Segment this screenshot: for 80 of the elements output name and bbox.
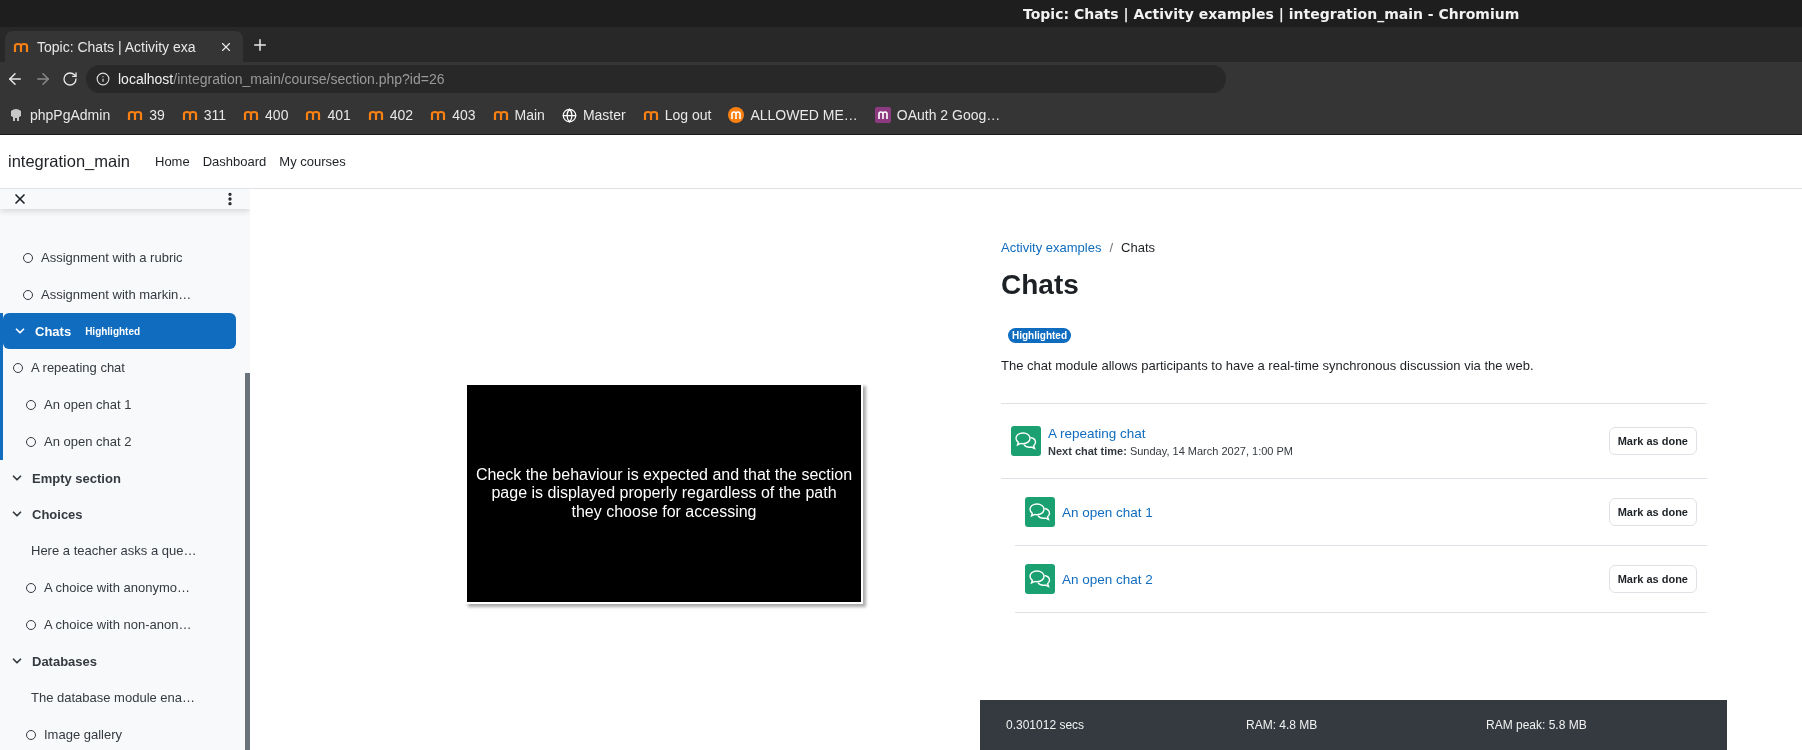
activity-link[interactable]: An open chat 2 [1062, 571, 1602, 587]
breadcrumb-separator: / [1109, 240, 1114, 255]
footer-stat: 0.301012 secs [1006, 718, 1086, 732]
sidebar-section[interactable]: Choices [0, 496, 233, 532]
chat-icon [1025, 497, 1055, 527]
activity-detail: Next chat time: Sunday, 14 March 2027, 1:00 PM [1048, 444, 1294, 457]
sidebar-item[interactable]: Assignment with markin… [0, 276, 244, 313]
sidebar-item[interactable]: Assignment with a rubric [0, 239, 244, 276]
scrollbar[interactable] [245, 373, 250, 750]
footer-stat: RAM: 4.8 MB [1246, 718, 1319, 732]
bookmark-link[interactable]: 401 [305, 107, 351, 123]
bookmark-link[interactable]: Main [492, 107, 545, 123]
moodle-logo-icon [642, 109, 659, 121]
page-heading: Chats [1001, 269, 1080, 301]
url-text: localhost/integration_main/course/section.php?id=26 [118, 71, 445, 87]
moodle-logo-icon [874, 107, 891, 123]
sidebar-section[interactable]: Chats Highlighted [3, 313, 236, 349]
nav-link[interactable]: Dashboard [202, 154, 267, 169]
bookmark-link[interactable]: Master [561, 107, 626, 123]
browser-tab[interactable]: Topic: Chats | Activity exa [5, 31, 243, 62]
activity-link[interactable]: An open chat 1 [1062, 504, 1602, 520]
section-description: The chat module allows participants to have a real-time synchronous discussion via the web. [1001, 358, 1535, 373]
reload-button[interactable] [60, 69, 80, 89]
bookmark-link[interactable]: 400 [243, 107, 289, 123]
notice-text: Check the behaviour is expected and that the section page is displayed properly regardless of the path they choose for accessing [475, 465, 853, 522]
address-bar[interactable]: localhost/integration_main/course/section.php?id=26 [86, 65, 1226, 93]
sidebar-section[interactable]: Databases [0, 643, 233, 679]
bookmark-link[interactable]: OAuth 2 Goog… [874, 107, 1001, 123]
sidebar-item[interactable]: A choice with non-anon… [3, 606, 244, 643]
close-icon [12, 191, 28, 207]
bookmark-link[interactable]: 402 [367, 107, 414, 123]
sidebar-item[interactable]: An open chat 2 [3, 423, 244, 460]
nav-link[interactable]: Home [155, 154, 190, 169]
globe-icon [561, 107, 577, 123]
bookmark-link[interactable]: ALLOWED ME… [728, 107, 858, 123]
bookmark-link[interactable]: 311 [181, 107, 227, 123]
moodle-logo-icon [305, 109, 322, 121]
forward-arrow-icon [34, 70, 52, 88]
mark-as-done-button[interactable]: Mark as done [1608, 565, 1697, 593]
nav-link[interactable]: My courses [279, 154, 346, 169]
bookmark-link[interactable]: phpPgAdmin [8, 107, 111, 123]
moodle-logo-icon [127, 109, 144, 121]
chat-icon [1025, 564, 1055, 594]
highlighted-badge: Highlighted [1008, 328, 1071, 343]
bookmark-link[interactable]: Log out [642, 107, 712, 123]
bookmark-link[interactable]: 39 [127, 107, 165, 123]
tab-title: Topic: Chats | Activity exa [37, 38, 197, 55]
elephant-icon [8, 107, 24, 123]
breadcrumb-link[interactable]: Activity examples [1001, 240, 1102, 255]
moodle-logo-icon [728, 107, 745, 123]
plus-icon [251, 36, 269, 54]
sidebar-item[interactable]: An open chat 1 [3, 386, 244, 423]
breadcrumb-current[interactable]: Chats [1121, 240, 1155, 255]
mark-as-done-button[interactable]: Mark as done [1608, 498, 1697, 526]
mark-as-done-button[interactable]: Mark as done [1608, 427, 1697, 455]
footer-stat: RAM peak: 5.8 MB [1486, 718, 1588, 732]
moodle-logo-icon [181, 109, 198, 121]
sidebar-section[interactable]: Empty section [0, 460, 233, 496]
moodle-logo-icon [430, 109, 447, 121]
activity-link[interactable]: A repeating chat [1048, 425, 1602, 441]
section-title: Choices [32, 506, 83, 522]
moodle-logo-icon [492, 109, 509, 121]
sidebar-item[interactable]: A repeating chat [3, 349, 244, 386]
sidebar-item[interactable]: A choice with anonymo… [3, 569, 244, 606]
site-name[interactable]: integration_main [8, 152, 130, 171]
moodle-logo-icon [13, 40, 29, 53]
section-title: Chats [35, 323, 72, 339]
section-title: Empty section [32, 470, 121, 486]
info-icon [96, 72, 110, 86]
reload-icon [62, 71, 78, 87]
moodle-logo-icon [243, 109, 260, 121]
sidebar-item[interactable]: Here a teacher asks a que… [3, 532, 244, 569]
chat-icon [1011, 426, 1041, 456]
highlighted-label: Highlighted [85, 325, 141, 337]
moodle-logo-icon [367, 109, 384, 121]
section-title: Databases [32, 653, 98, 669]
window-title: Topic: Chats | Activity examples | integration_main - Chromium [1023, 5, 1520, 22]
bookmark-link[interactable]: 403 [430, 107, 476, 123]
sidebar-item[interactable]: Image gallery [3, 716, 244, 750]
sidebar-item[interactable]: The database module ena… [3, 679, 244, 716]
